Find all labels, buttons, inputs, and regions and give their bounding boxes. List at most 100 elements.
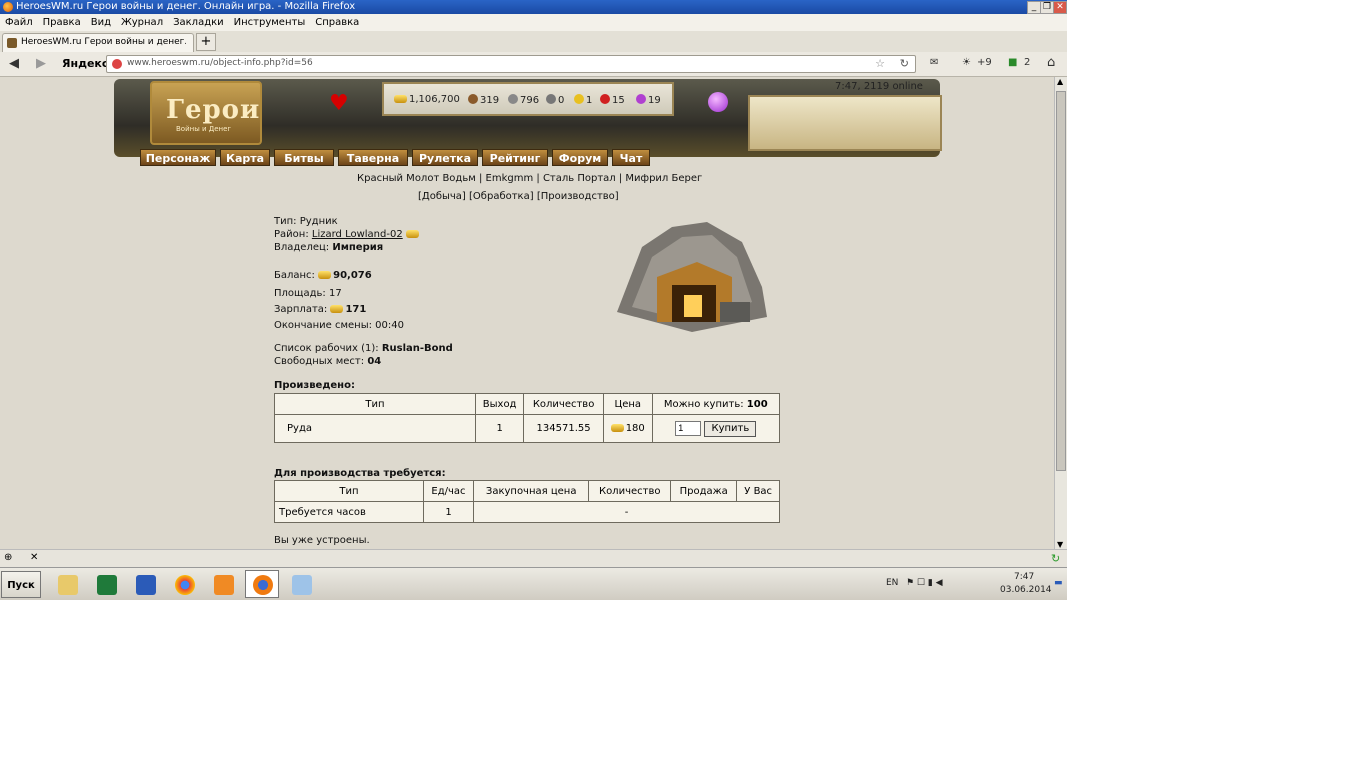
menu-edit[interactable]: Правка [38, 14, 86, 31]
scrollbar-thumb[interactable] [1056, 91, 1066, 471]
potion-icon[interactable] [708, 92, 728, 112]
minimize-button[interactable]: _ [1027, 1, 1041, 14]
paint-taskbar-app[interactable] [284, 570, 318, 598]
link-emkgmm[interactable]: Emkgmm [486, 173, 534, 184]
online-clock: 7:47, 2119 online [835, 81, 923, 92]
buy-button[interactable]: Купить [704, 420, 757, 437]
counter-icon[interactable]: ■ [1008, 57, 1017, 68]
cell-type: Руда [274, 414, 476, 443]
home-icon[interactable]: ⌂ [1047, 55, 1055, 70]
link-red-hammer[interactable]: Красный Молот Водьм [357, 173, 476, 184]
url-bar[interactable]: www.heroeswm.ru/object-info.php?id=56 ☆ … [106, 55, 916, 73]
wood-value: 319 [480, 95, 500, 106]
word-taskbar-app[interactable] [128, 570, 162, 598]
wood-icon [468, 94, 478, 104]
col-type: Тип [274, 480, 424, 502]
resource-mercury: 0 [546, 94, 564, 106]
language-indicator[interactable]: EN [886, 578, 898, 588]
excel-taskbar-app[interactable] [89, 570, 123, 598]
firefox-taskbar-app[interactable] [245, 570, 279, 598]
mercury-value: 0 [558, 95, 565, 106]
tray-date: 03.06.2014 [1000, 585, 1052, 595]
col-purchase-price: Закупочная цена [472, 480, 590, 502]
reload-icon[interactable]: ↻ [900, 57, 909, 70]
weather-icon[interactable]: ☀ [962, 57, 971, 68]
link-steel-portal[interactable]: Сталь Портал [543, 173, 616, 184]
crystal-icon [600, 94, 610, 104]
scroll-down-icon[interactable]: ▼ [1057, 540, 1063, 549]
tray-icons[interactable]: ⚑ ☐ ▮ ◀ [906, 578, 943, 588]
excel-icon [97, 575, 117, 595]
sulfur-icon [574, 94, 584, 104]
menu-character[interactable]: Персонаж [140, 149, 216, 166]
bookmark-star-icon[interactable]: ☆ [875, 57, 885, 70]
explorer-taskbar-app[interactable] [50, 570, 84, 598]
title-bar: HeroesWM.ru Герои войны и денег. Онлайн … [0, 0, 1067, 14]
url-text: www.heroeswm.ru/object-info.php?id=56 [127, 58, 313, 68]
menu-bookmarks[interactable]: Закладки [168, 14, 229, 31]
col-price: Цена [602, 393, 653, 415]
menu-history[interactable]: Журнал [116, 14, 168, 31]
addon-icon[interactable]: ⊕ [4, 552, 12, 563]
mail-icon[interactable]: ✉ [930, 57, 938, 68]
resource-sulfur: 1 [574, 94, 592, 106]
tab-heroeswm[interactable]: HeroesWM.ru Герои войны и денег. Онли [2, 33, 194, 52]
sub-links: Красный Молот Водьм | Emkgmm | Сталь Пор… [357, 173, 703, 184]
forward-icon[interactable]: ▶ [36, 56, 46, 71]
menu-forum[interactable]: Форум [552, 149, 608, 166]
yandex-logo[interactable]: Яндекс [62, 57, 108, 70]
firefox-icon [3, 2, 13, 12]
game-logo[interactable]: Герои Войны и Денег [150, 81, 262, 145]
required-title: Для производства требуется: [274, 468, 446, 479]
menu-tavern[interactable]: Таверна [338, 149, 408, 166]
tab-extraction[interactable]: [Добыча] [418, 191, 466, 202]
chrome-taskbar-app[interactable] [167, 570, 201, 598]
crystal-value: 15 [612, 95, 625, 106]
menu-map[interactable]: Карта [220, 149, 270, 166]
vertical-scrollbar[interactable]: ▲ ▼ [1054, 77, 1067, 549]
cell-quantity: 134571.55 [523, 414, 604, 443]
menu-view[interactable]: Вид [86, 14, 116, 31]
start-button[interactable]: Пуск [1, 571, 41, 598]
app-taskbar-app[interactable] [206, 570, 240, 598]
show-desktop-icon[interactable]: ▬ [1054, 578, 1063, 588]
menu-battles[interactable]: Битвы [274, 149, 334, 166]
resource-crystal: 15 [600, 94, 625, 106]
close-addon-bar-icon[interactable]: ✕ [30, 552, 38, 563]
taskbar: Пуск EN ⚑ ☐ ▮ ◀ 7:47 03.06.2014 ▬ [0, 567, 1067, 600]
back-icon[interactable]: ◀ [9, 56, 19, 71]
tab-processing[interactable]: [Обработка] [469, 191, 534, 202]
table-row: Требуется часов 1 - [274, 501, 780, 523]
menu-file[interactable]: Файл [0, 14, 38, 31]
object-salary: Зарплата: 171 [274, 304, 367, 315]
tab-production[interactable]: [Производство] [537, 191, 619, 202]
object-owner: Владелец: Империя [274, 242, 384, 253]
resource-gold: 1,106,700 [394, 94, 460, 105]
ore-icon [508, 94, 518, 104]
gold-icon [318, 271, 332, 279]
new-tab-button[interactable]: + [196, 33, 216, 51]
employed-note: Вы уже устроены. [274, 535, 370, 546]
menu-roulette[interactable]: Рулетка [412, 149, 478, 166]
close-button[interactable]: ✕ [1053, 1, 1067, 14]
gold-value: 1,106,700 [409, 94, 460, 105]
sync-icon[interactable]: ↻ [1051, 552, 1060, 565]
menu-chat[interactable]: Чат [612, 149, 650, 166]
district-link[interactable]: Lizard Lowland-02 [312, 229, 403, 240]
site-icon [112, 59, 122, 69]
object-type: Тип: Рудник [274, 216, 338, 227]
maximize-button[interactable]: ❐ [1040, 1, 1054, 14]
word-icon [136, 575, 156, 595]
sulfur-value: 1 [586, 95, 593, 106]
page-viewport: Герои Войны и Денег ♥ 1,106,700 319 796 … [0, 77, 1054, 549]
menu-rating[interactable]: Рейтинг [482, 149, 548, 166]
object-balance: Баланс: 90,076 [274, 270, 372, 281]
col-can-buy: Можно купить: 100 [651, 393, 781, 415]
tab-bar: HeroesWM.ru Герои войны и денег. Онли + [0, 31, 1067, 53]
menu-help[interactable]: Справка [310, 14, 364, 31]
menu-tools[interactable]: Инструменты [229, 14, 311, 31]
scroll-up-icon[interactable]: ▲ [1057, 77, 1063, 86]
quantity-input[interactable] [675, 420, 702, 436]
object-tabs: [Добыча] [Обработка] [Производство] [418, 191, 619, 202]
link-mithril-coast[interactable]: Мифрил Берег [625, 173, 702, 184]
